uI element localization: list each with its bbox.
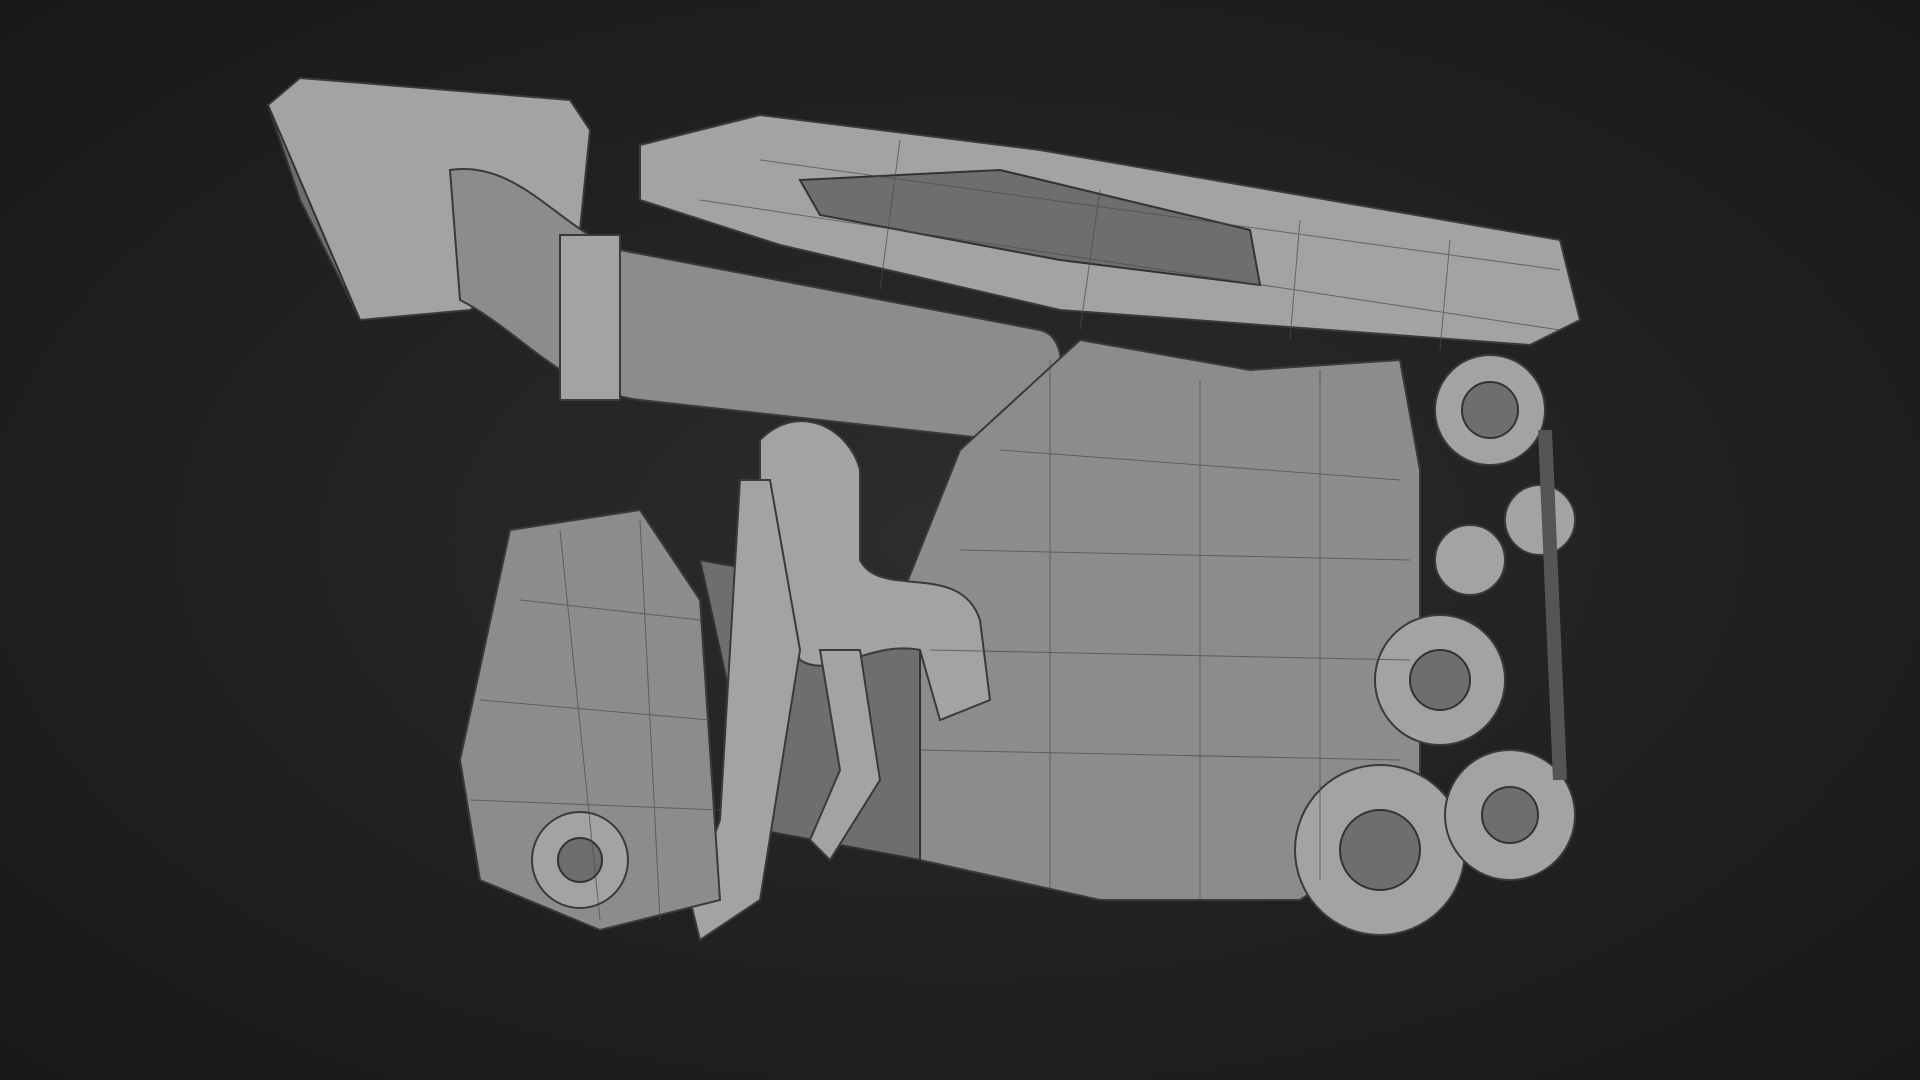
render-viewport [0,0,1920,1080]
idler-pulley [1504,484,1576,556]
pulley-top-inner [1461,381,1519,439]
ac-pulley-inner [1481,786,1539,844]
pulley-mid-inner [1409,649,1471,711]
drive-belt [1538,429,1567,781]
intake-coupler [559,234,621,401]
crank-pulley-inner [1339,809,1421,891]
engine-model [266,76,1582,942]
alternator-pulley [1434,524,1506,596]
